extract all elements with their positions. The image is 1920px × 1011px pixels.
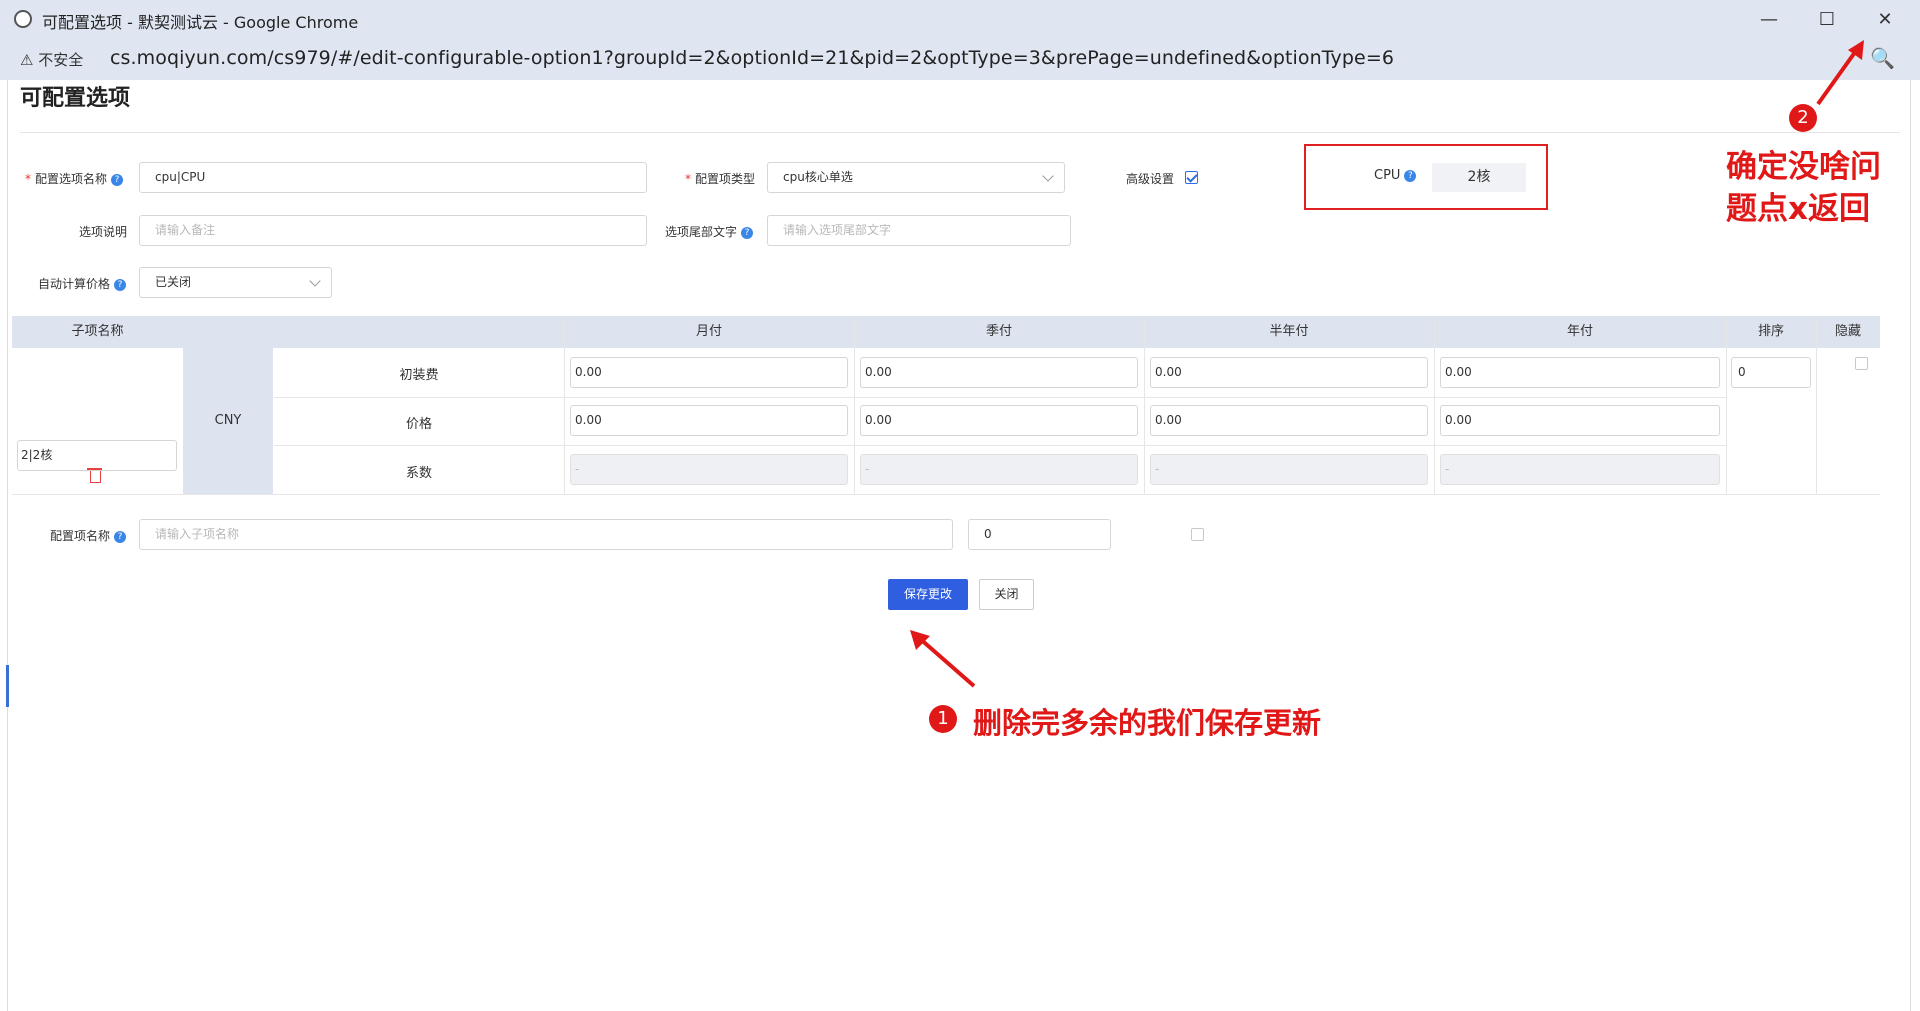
annotation-badge-1: 1 — [929, 705, 957, 733]
arrow-to-save — [916, 635, 976, 688]
annotation-text-2: 确定没啥问 题点x返回 — [1726, 149, 1881, 227]
annotation-badge-2: 2 — [1789, 104, 1817, 132]
annotation-arrows — [910, 40, 1864, 688]
annotation-text-1: 删除完多余的我们保存更新 — [973, 706, 1322, 740]
arrow-to-close — [1816, 46, 1860, 106]
